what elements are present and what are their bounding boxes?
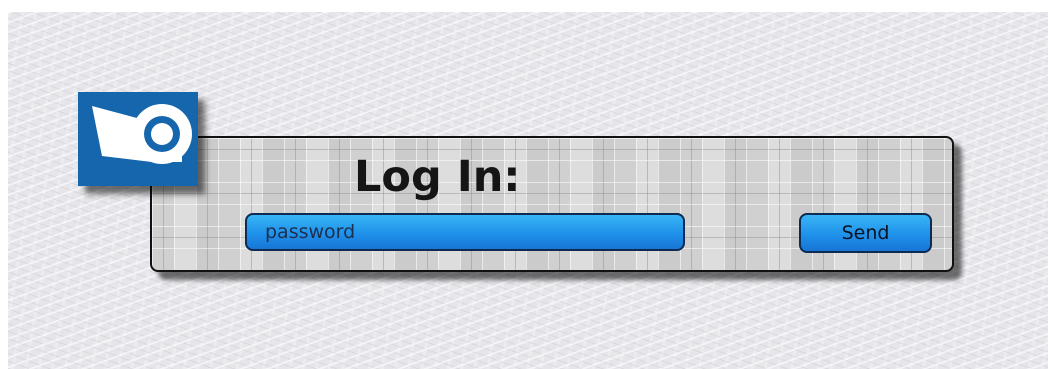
login-title: Log In: bbox=[354, 152, 521, 202]
brand-logo-icon bbox=[78, 92, 198, 186]
page-background: Log In: Send bbox=[8, 12, 1048, 369]
send-button[interactable]: Send bbox=[799, 213, 932, 253]
password-input[interactable] bbox=[245, 213, 685, 251]
